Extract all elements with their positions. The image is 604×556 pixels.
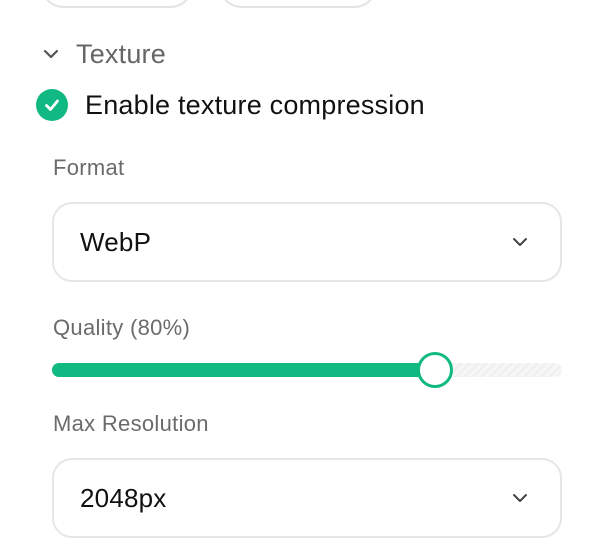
max-resolution-label: Max Resolution xyxy=(53,411,209,436)
slider-fill xyxy=(52,363,435,377)
previous-option-button[interactable] xyxy=(40,0,194,8)
section-title: Texture xyxy=(76,38,166,69)
previous-option-button-2[interactable] xyxy=(218,0,378,8)
chevron-down-icon xyxy=(40,43,62,65)
quality-slider[interactable] xyxy=(52,352,562,388)
max-resolution-select-value: 2048px xyxy=(80,482,167,513)
format-select-value: WebP xyxy=(80,226,152,257)
checkbox-label: Enable texture compression xyxy=(85,89,425,120)
texture-section-header[interactable]: Texture xyxy=(40,38,166,70)
slider-thumb[interactable] xyxy=(417,352,453,388)
checkmark-icon xyxy=(36,89,68,121)
format-select[interactable]: WebP xyxy=(52,202,562,282)
texture-compression-checkbox[interactable]: Enable texture compression xyxy=(36,88,425,122)
quality-label: Quality (80%) xyxy=(53,315,191,340)
chevron-down-icon xyxy=(510,232,530,252)
chevron-down-icon xyxy=(510,488,530,508)
format-label: Format xyxy=(53,155,125,180)
max-resolution-select[interactable]: 2048px xyxy=(52,458,562,538)
